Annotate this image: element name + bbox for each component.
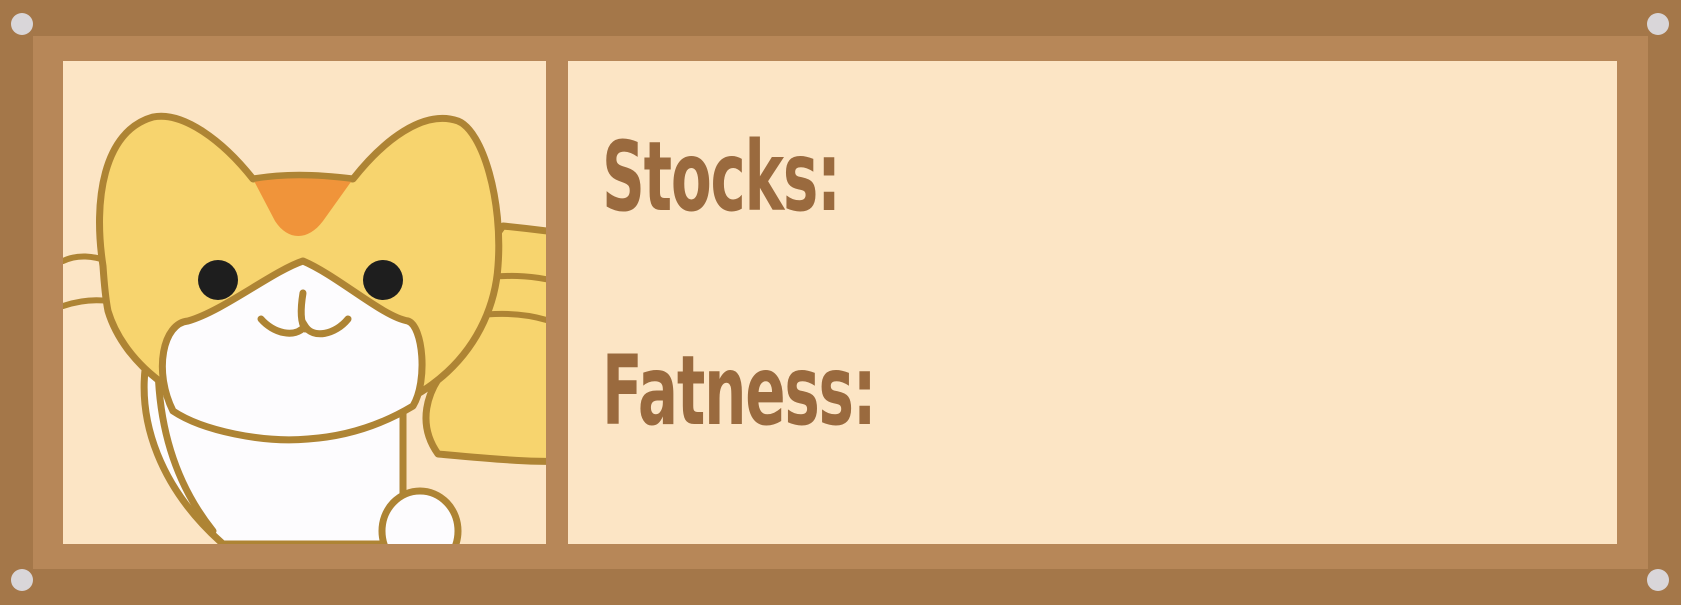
- screw-bottom-right-icon: [1647, 569, 1669, 591]
- fatness-label: Fatness:: [602, 335, 877, 447]
- stats-board: Stocks: Fatness:: [0, 0, 1681, 605]
- screw-top-right-icon: [1647, 13, 1669, 35]
- stocks-label: Stocks:: [602, 121, 841, 233]
- character-portrait: [63, 61, 546, 544]
- cat-portrait-icon: [63, 112, 546, 544]
- stats-panel: Stocks: Fatness:: [568, 61, 1617, 544]
- screw-top-left-icon: [11, 13, 33, 35]
- screw-bottom-left-icon: [11, 569, 33, 591]
